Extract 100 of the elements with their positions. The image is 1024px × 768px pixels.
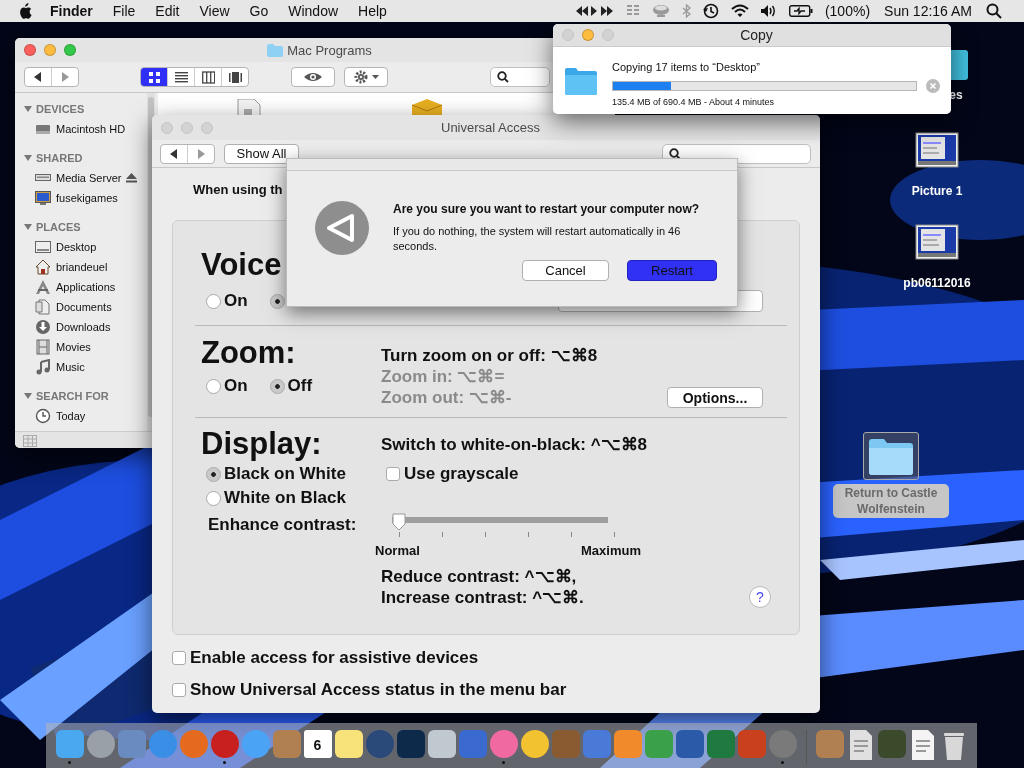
eject-icon[interactable] xyxy=(126,173,138,183)
stop-icon[interactable] xyxy=(926,79,940,93)
radio-button[interactable] xyxy=(206,490,221,506)
checkbox[interactable] xyxy=(172,683,186,697)
file-label[interactable]: pb06112016 xyxy=(903,276,971,290)
sidebar-item[interactable]: Applications xyxy=(56,281,116,293)
app-icon[interactable] xyxy=(613,730,642,758)
sidebar-item[interactable]: Desktop xyxy=(56,241,97,253)
shortcut-text: Switch to white-on-black: ^⌥⌘8 xyxy=(381,433,649,455)
app-icon[interactable] xyxy=(55,730,84,758)
section-label: When using th xyxy=(192,181,284,198)
radio-button[interactable] xyxy=(269,378,285,394)
clock[interactable]: Sun 12:16 AM xyxy=(884,3,972,19)
disclosure-triangle-icon[interactable] xyxy=(24,392,32,400)
time-machine-icon[interactable] xyxy=(702,3,719,19)
app-icon[interactable] xyxy=(675,730,704,758)
menu-item[interactable]: Window xyxy=(288,3,339,19)
search-field[interactable] xyxy=(490,67,550,87)
sidebar-item[interactable]: Macintosh HD xyxy=(56,123,126,135)
menu-title[interactable]: Finder xyxy=(50,3,93,19)
search-field[interactable] xyxy=(662,143,811,164)
radio-button[interactable] xyxy=(206,466,221,482)
window-title: Copy xyxy=(740,27,773,43)
apple-logo-icon[interactable] xyxy=(18,3,32,19)
app-icon[interactable] xyxy=(427,730,456,758)
battery-icon[interactable] xyxy=(788,5,813,17)
sidebar-item[interactable]: Documents xyxy=(56,301,112,313)
sidebar-item[interactable]: fusekigames xyxy=(56,192,118,204)
options-button[interactable]: Options... xyxy=(667,387,763,408)
help-button[interactable]: ? xyxy=(749,586,771,608)
app-icon[interactable] xyxy=(706,730,735,758)
disclosure-triangle-icon[interactable] xyxy=(24,223,32,231)
menu-item[interactable]: Edit xyxy=(155,3,180,19)
bluetooth-icon[interactable] xyxy=(681,4,691,18)
sidebar-item[interactable]: Music xyxy=(56,361,85,373)
navigation-control[interactable] xyxy=(160,143,215,164)
file-label[interactable]: Picture 1 xyxy=(911,184,963,198)
volume-icon[interactable] xyxy=(760,5,777,17)
house-icon xyxy=(35,259,51,275)
folder-icon xyxy=(867,436,915,476)
forward-arrow-icon xyxy=(61,72,69,82)
slider-thumb[interactable] xyxy=(392,513,406,531)
grid-icon[interactable] xyxy=(23,434,37,447)
section-heading: SEARCH FOR xyxy=(36,390,109,402)
sidebar-item[interactable]: Movies xyxy=(56,341,91,353)
radio-button[interactable] xyxy=(269,293,285,309)
documents-icon xyxy=(35,299,51,315)
sidebar-item[interactable]: Today xyxy=(56,410,86,422)
radio-button[interactable] xyxy=(206,293,221,309)
zoom-button[interactable] xyxy=(602,29,614,41)
radio-button[interactable] xyxy=(206,378,221,394)
search-icon xyxy=(497,71,509,83)
quick-look-button[interactable] xyxy=(291,67,335,87)
app-icon[interactable] xyxy=(396,730,425,758)
checkbox[interactable] xyxy=(386,467,400,481)
menu-item[interactable]: Go xyxy=(249,3,269,19)
disclosure-triangle-icon[interactable] xyxy=(24,105,32,113)
section-heading: Display: xyxy=(201,426,322,462)
shortcut-text: Increase contrast: ^⌥⌘. xyxy=(381,587,584,608)
gear-icon xyxy=(353,70,368,84)
copy-status-text: Copying 17 items to “Desktop” xyxy=(612,61,761,74)
caret-icon xyxy=(371,75,379,79)
action-button[interactable] xyxy=(344,67,388,87)
menu-item[interactable]: Help xyxy=(358,3,387,19)
minimize-button[interactable] xyxy=(582,29,594,41)
calendar-icon[interactable]: 6 xyxy=(303,730,332,758)
back-arrow-icon xyxy=(34,72,42,82)
sidebar-item[interactable]: Media Server xyxy=(56,172,122,184)
close-button[interactable] xyxy=(24,44,36,56)
dialog-button[interactable]: Cancel xyxy=(522,260,609,281)
monitor-icon xyxy=(35,190,51,206)
radio-label: On xyxy=(224,376,248,396)
media-controls-icon[interactable] xyxy=(575,6,614,16)
zoom-button[interactable] xyxy=(64,44,76,56)
search-icon xyxy=(669,147,681,160)
cup-icon[interactable] xyxy=(651,4,670,18)
radio-label: White on Black xyxy=(224,488,346,508)
window-title: Universal Access xyxy=(441,120,540,135)
app-icon[interactable] xyxy=(334,730,363,758)
bars-icon[interactable] xyxy=(625,4,640,18)
sidebar-item[interactable]: Downloads xyxy=(56,321,111,333)
search-icon[interactable] xyxy=(986,3,1002,19)
sidebar-item[interactable]: briandeuel xyxy=(56,261,108,273)
checkbox-label: Enable access for assistive devices xyxy=(190,648,479,668)
zoom-button[interactable] xyxy=(201,121,213,134)
navigation-control[interactable] xyxy=(24,67,79,87)
disclosure-triangle-icon[interactable] xyxy=(24,154,32,162)
shortcut-text: Reduce contrast: ^⌥⌘, xyxy=(381,566,578,587)
icon-view-button[interactable] xyxy=(141,68,167,86)
cover-flow-icon xyxy=(228,70,242,84)
checkbox[interactable] xyxy=(172,651,186,665)
show-all-button[interactable]: Show All xyxy=(224,143,299,164)
download-icon xyxy=(35,319,51,335)
menu-item[interactable]: View xyxy=(199,3,230,19)
menu-item[interactable]: File xyxy=(112,3,136,19)
columns-icon xyxy=(201,70,215,84)
minimize-button[interactable] xyxy=(181,121,193,134)
minimize-button[interactable] xyxy=(44,44,56,56)
view-mode-control[interactable] xyxy=(140,67,249,87)
wifi-icon[interactable] xyxy=(730,4,749,18)
